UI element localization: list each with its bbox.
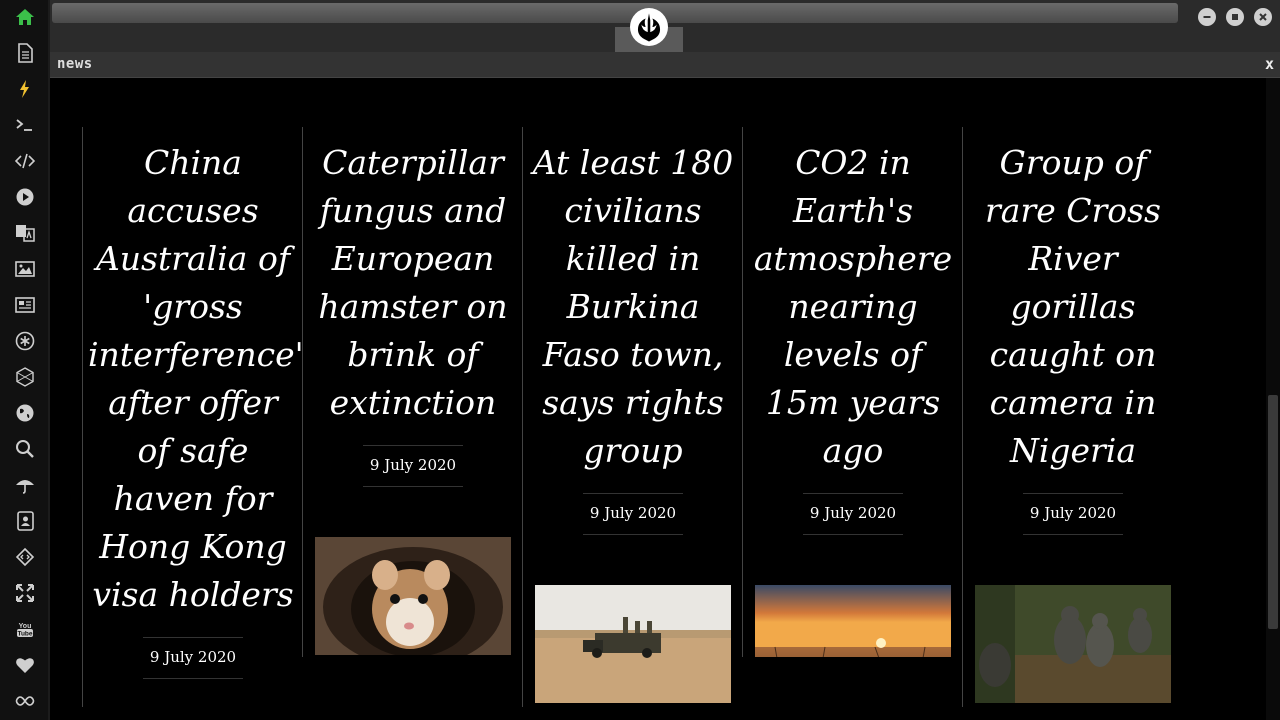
- sunset-desert-photo[interactable]: [755, 585, 951, 657]
- scrollbar-thumb[interactable]: [1268, 395, 1278, 629]
- article-card[interactable]: China accuses Australia of 'gross interf…: [82, 127, 304, 707]
- contact-icon[interactable]: [14, 510, 36, 532]
- article-date: 9 July 2020: [583, 493, 683, 535]
- lightning-icon[interactable]: [14, 78, 36, 100]
- svg-text:Tube: Tube: [17, 631, 32, 638]
- article-card[interactable]: At least 180 civilians killed in Burkina…: [522, 127, 743, 707]
- minimize-icon[interactable]: [1198, 8, 1216, 26]
- infinity-icon[interactable]: [14, 690, 36, 712]
- terminal-icon[interactable]: [14, 114, 36, 136]
- diamond-code-icon[interactable]: [14, 546, 36, 568]
- hexagon-icon[interactable]: [14, 366, 36, 388]
- umbrella-icon[interactable]: [14, 474, 36, 496]
- asterisk-icon[interactable]: [14, 330, 36, 352]
- article-date: 9 July 2020: [143, 637, 243, 679]
- article-card[interactable]: CO2 in Earth's atmosphere nearing levels…: [742, 127, 963, 657]
- translate-icon[interactable]: [14, 222, 36, 244]
- article-headline[interactable]: At least 180 civilians killed in Burkina…: [528, 139, 738, 475]
- expand-icon[interactable]: [14, 582, 36, 604]
- maximize-icon[interactable]: [1226, 8, 1244, 26]
- youtube-icon[interactable]: You Tube: [14, 618, 36, 640]
- home-icon[interactable]: [14, 6, 36, 28]
- article-date: 9 July 2020: [803, 493, 903, 535]
- article-headline[interactable]: China accuses Australia of 'gross interf…: [88, 139, 304, 619]
- sidebar: You Tube: [0, 0, 48, 720]
- article-headline[interactable]: Caterpillar fungus and European hamster …: [308, 139, 518, 427]
- article-card[interactable]: Group of rare Cross River gorillas caugh…: [962, 127, 1183, 707]
- image-icon[interactable]: [14, 258, 36, 280]
- hamster-photo[interactable]: [315, 537, 511, 655]
- play-icon[interactable]: [14, 186, 36, 208]
- rebel-alliance-icon[interactable]: [630, 8, 668, 46]
- article-card[interactable]: Caterpillar fungus and European hamster …: [302, 127, 523, 657]
- tab-close-button[interactable]: x: [1265, 55, 1274, 73]
- close-icon[interactable]: [1254, 8, 1272, 26]
- tab-title: news: [57, 56, 93, 72]
- article-date: 9 July 2020: [363, 445, 463, 487]
- gorillas-photo[interactable]: [975, 585, 1171, 703]
- tab-header: news x: [50, 52, 1280, 78]
- newspaper-icon[interactable]: [14, 294, 36, 316]
- military-truck-photo[interactable]: [535, 585, 731, 703]
- heart-icon[interactable]: [14, 654, 36, 676]
- article-date: 9 July 2020: [1023, 493, 1123, 535]
- address-bar[interactable]: [52, 3, 1178, 23]
- globe-icon[interactable]: [14, 402, 36, 424]
- search-icon[interactable]: [14, 438, 36, 460]
- article-headline[interactable]: Group of rare Cross River gorillas caugh…: [968, 139, 1178, 475]
- document-icon[interactable]: [14, 42, 36, 64]
- article-headline[interactable]: CO2 in Earth's atmosphere nearing levels…: [748, 139, 958, 475]
- svg-text:You: You: [19, 623, 32, 630]
- code-icon[interactable]: [14, 150, 36, 172]
